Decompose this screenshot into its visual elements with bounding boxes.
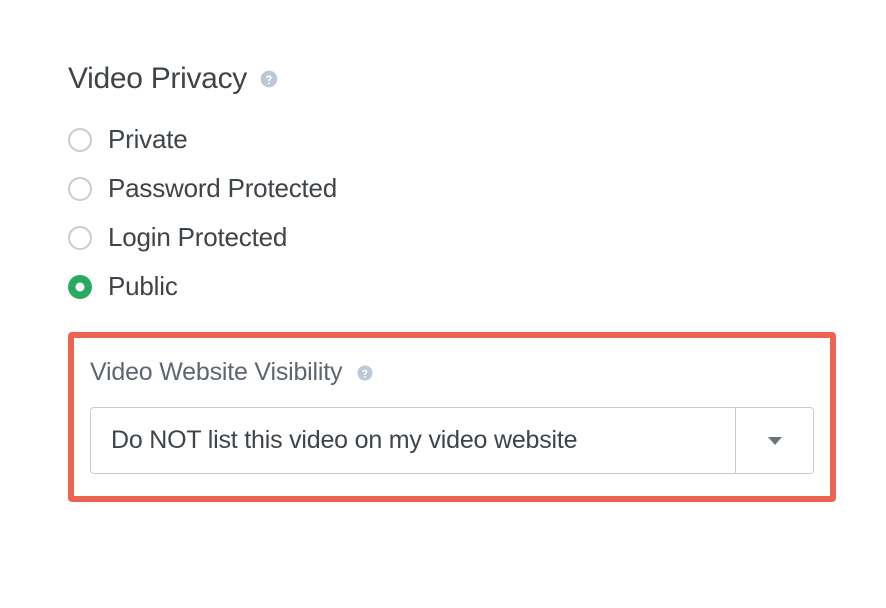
radio-circle bbox=[68, 177, 92, 201]
visibility-dropdown[interactable]: Do NOT list this video on my video websi… bbox=[90, 407, 814, 474]
help-icon[interactable] bbox=[259, 69, 279, 89]
visibility-title: Video Website Visibility bbox=[90, 358, 342, 387]
radio-label: Public bbox=[108, 271, 178, 302]
chevron-down-icon bbox=[768, 437, 782, 445]
radio-public[interactable]: Public bbox=[68, 271, 836, 302]
radio-circle bbox=[68, 226, 92, 250]
radio-circle bbox=[68, 275, 92, 299]
visibility-heading: Video Website Visibility bbox=[90, 358, 814, 387]
radio-label: Login Protected bbox=[108, 222, 287, 253]
dropdown-selected-value: Do NOT list this video on my video websi… bbox=[91, 408, 735, 473]
radio-label: Password Protected bbox=[108, 173, 337, 204]
radio-circle bbox=[68, 128, 92, 152]
radio-password-protected[interactable]: Password Protected bbox=[68, 173, 836, 204]
privacy-radio-group: Private Password Protected Login Protect… bbox=[68, 124, 836, 302]
visibility-section: Video Website Visibility Do NOT list thi… bbox=[68, 332, 836, 502]
video-privacy-heading: Video Privacy bbox=[68, 62, 836, 96]
help-icon[interactable] bbox=[356, 364, 374, 382]
dropdown-toggle[interactable] bbox=[735, 408, 813, 473]
radio-private[interactable]: Private bbox=[68, 124, 836, 155]
radio-label: Private bbox=[108, 124, 188, 155]
video-privacy-title: Video Privacy bbox=[68, 62, 247, 96]
radio-login-protected[interactable]: Login Protected bbox=[68, 222, 836, 253]
